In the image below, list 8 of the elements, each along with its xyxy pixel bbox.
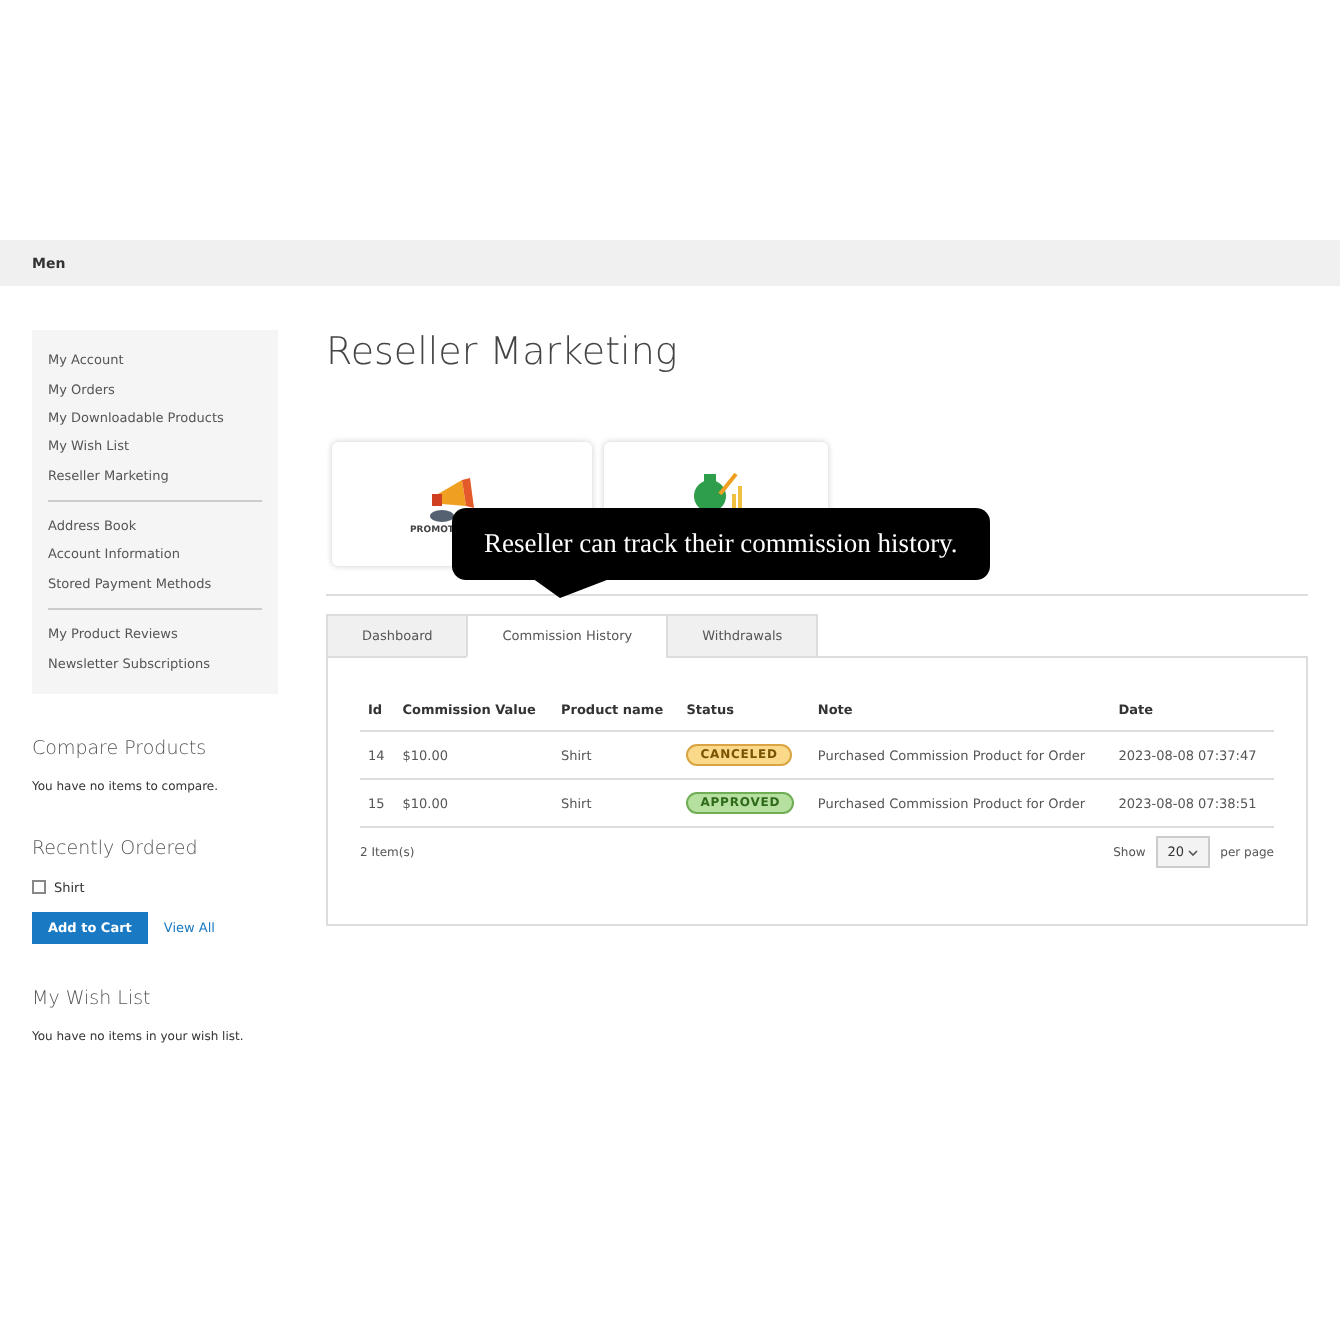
section-title: My Wish List bbox=[32, 987, 153, 1010]
tooltip-pointer-icon bbox=[532, 578, 612, 598]
checkbox[interactable] bbox=[32, 880, 46, 895]
chevron-down-icon bbox=[1188, 850, 1199, 856]
section-title: Compare Products bbox=[32, 737, 209, 760]
page-title: Reseller Marketing bbox=[326, 330, 680, 374]
tooltip: Reseller can track their commission history. bbox=[452, 508, 990, 598]
section-title: Recently Ordered bbox=[32, 837, 200, 860]
